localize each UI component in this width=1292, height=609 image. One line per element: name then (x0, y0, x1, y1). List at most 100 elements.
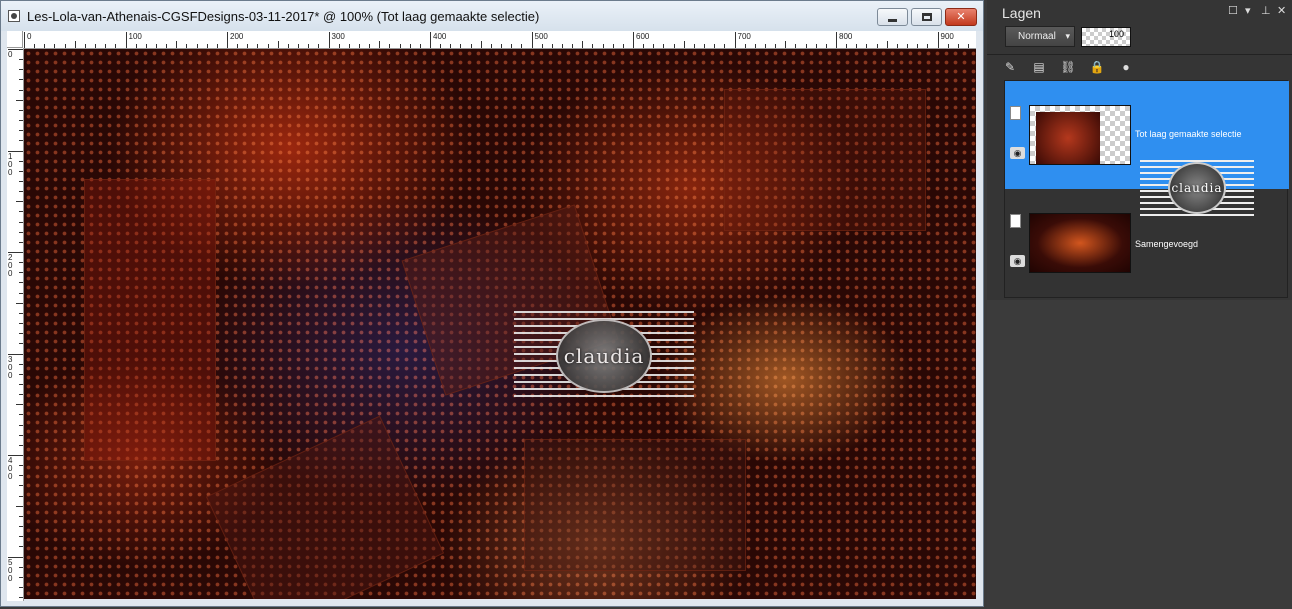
dropdown-icon[interactable]: ▾ (1245, 5, 1251, 17)
blend-mode-select[interactable]: Normaal ▾ (1005, 26, 1075, 47)
ruler-label: 0 (8, 50, 13, 59)
edit-icon[interactable]: ✎ (1002, 59, 1018, 75)
ruler-tick (16, 302, 23, 304)
ruler-tick (287, 44, 289, 48)
ruler-tick (19, 211, 23, 213)
ruler-tick (876, 44, 878, 48)
ruler-tick (19, 495, 23, 497)
ruler-tick (693, 44, 695, 48)
ruler-tick (704, 44, 706, 48)
document-icon (8, 10, 20, 22)
ruler-tick (19, 79, 23, 81)
maximize-button[interactable] (911, 8, 942, 26)
ruler-tick (19, 109, 23, 111)
ruler-tick (531, 32, 533, 48)
ruler-tick (348, 44, 350, 48)
ruler-tick (19, 414, 23, 416)
layer-name: Samengevoegd (1135, 239, 1199, 249)
ruler-tick (19, 343, 23, 345)
ruler-tick (572, 44, 574, 48)
ruler-tick (450, 44, 452, 48)
eye-icon[interactable]: ◉ (1010, 255, 1025, 267)
ruler-tick (785, 41, 787, 48)
canvas-shape (524, 439, 746, 571)
ruler-tick (155, 44, 157, 48)
ruler-tick (257, 44, 259, 48)
ruler-tick (856, 44, 858, 48)
ruler-label: 300 (331, 32, 345, 41)
ruler-tick (836, 32, 837, 48)
ruler-tick (622, 44, 624, 48)
ruler-tick (19, 231, 23, 233)
ruler-label: 600 (636, 32, 650, 41)
ruler-tick (105, 44, 107, 48)
ruler-tick (338, 44, 340, 48)
ruler-tick (176, 41, 178, 48)
ruler-tick (369, 44, 371, 48)
ruler-tick (19, 89, 23, 91)
ruler-tick (907, 44, 909, 48)
drag-preview-text: claudia (1171, 181, 1223, 195)
ruler-tick (298, 44, 300, 48)
ruler-tick (521, 44, 523, 48)
properties-icon[interactable]: ▤ (1031, 59, 1047, 75)
watermark-selection[interactable]: claudia (514, 311, 694, 399)
ruler-tick (19, 180, 23, 182)
eye-icon[interactable]: ◉ (1010, 147, 1025, 159)
ruler-tick (16, 505, 23, 507)
ruler-tick (19, 546, 23, 548)
ruler-tick (19, 373, 23, 375)
drag-preview: claudia (1140, 160, 1254, 216)
ruler-tick (16, 99, 23, 101)
ruler-tick (846, 44, 848, 48)
pin-icon[interactable]: ⊥ (1261, 5, 1271, 17)
ruler-tick (967, 44, 969, 48)
image-canvas[interactable]: claudia (24, 49, 976, 599)
ruler-tick (19, 140, 23, 142)
ruler-tick (541, 44, 543, 48)
close-button[interactable]: ✕ (945, 8, 977, 26)
horizontal-ruler[interactable]: 0 100 200 300 400 500 600 700 800 900 (23, 31, 976, 49)
mask-icon[interactable] (1010, 214, 1021, 228)
vertical-ruler[interactable]: 0 100 200 300 400 500 (7, 48, 24, 601)
ruler-corner (7, 31, 23, 48)
globe-icon[interactable]: ● (1118, 59, 1134, 75)
lock-icon[interactable]: 🔒 (1089, 59, 1105, 75)
minimize-button[interactable] (877, 8, 908, 26)
ruler-tick (764, 44, 766, 48)
ruler-tick (866, 44, 868, 48)
ruler-label: 700 (737, 32, 751, 41)
ruler-label: 400 (433, 32, 447, 41)
ruler-tick (490, 44, 492, 48)
blend-mode-value: Normaal (1018, 31, 1056, 42)
ruler-tick (663, 44, 665, 48)
link-icon[interactable]: ⛓ (1060, 59, 1076, 75)
close-icon[interactable]: ✕ (1277, 5, 1286, 17)
image-window: Les-Lola-van-Athenais-CGSFDesigns-03-11-… (0, 0, 984, 607)
ruler-tick (805, 44, 807, 48)
ruler-tick (815, 44, 817, 48)
ruler-tick (399, 44, 401, 48)
ruler-tick (196, 44, 198, 48)
ruler-tick (683, 41, 685, 48)
ruler-tick (582, 41, 584, 48)
restore-icon[interactable]: ☐ (1228, 5, 1238, 17)
ruler-tick (247, 44, 249, 48)
ruler-tick (19, 475, 23, 477)
maximize-icon (921, 13, 932, 21)
ruler-tick (551, 44, 553, 48)
mask-icon[interactable] (1010, 106, 1021, 120)
opacity-field[interactable]: 100 (1081, 27, 1131, 47)
ruler-tick (19, 170, 23, 172)
ruler-tick (19, 394, 23, 396)
ruler-tick (430, 32, 431, 48)
ruler-tick (19, 465, 23, 467)
drag-preview-logo: claudia (1168, 162, 1226, 214)
ruler-label: 800 (839, 32, 853, 41)
ruler-label: 500 (8, 557, 13, 583)
ruler-tick (216, 44, 218, 48)
ruler-tick (19, 323, 23, 325)
ruler-tick (19, 59, 23, 61)
title-bar[interactable]: Les-Lola-van-Athenais-CGSFDesigns-03-11-… (1, 1, 983, 31)
ruler-tick (389, 44, 391, 48)
